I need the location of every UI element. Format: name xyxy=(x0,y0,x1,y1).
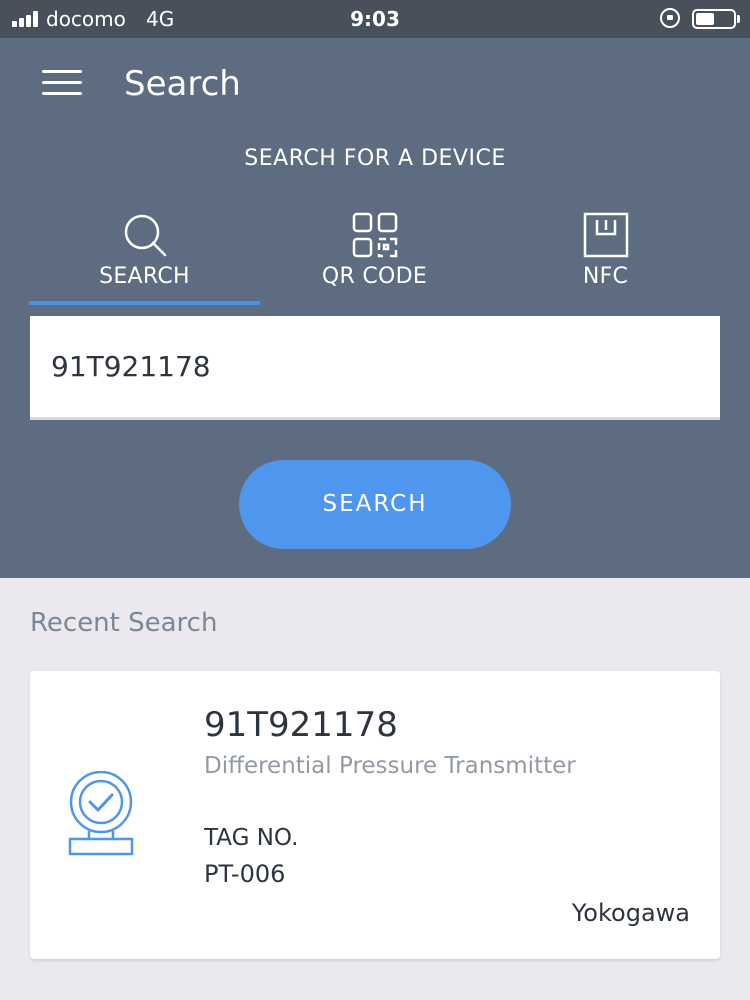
battery-tip xyxy=(737,15,740,23)
rotation-lock-icon xyxy=(660,8,680,28)
status-bar: docomo 4G 9:03 xyxy=(0,0,750,38)
tab-nfc[interactable]: NFC xyxy=(490,206,721,308)
recent-search-heading: Recent Search xyxy=(30,608,218,638)
status-time: 9:03 xyxy=(350,7,400,31)
page-title: Search xyxy=(124,64,241,104)
active-tab-indicator xyxy=(29,301,260,305)
verified-device-icon xyxy=(68,771,134,856)
recent-search-card[interactable]: 91T921178 Differential Pressure Transmit… xyxy=(30,671,720,959)
tab-qr-code-label: QR CODE xyxy=(321,264,428,289)
device-type: Differential Pressure Transmitter xyxy=(204,753,576,779)
search-header-panel: Search SEARCH FOR A DEVICE SEARCH QR COD… xyxy=(0,38,750,578)
device-search-input[interactable] xyxy=(30,316,720,420)
search-button[interactable]: SEARCH xyxy=(239,460,511,549)
tag-number-value: PT-006 xyxy=(204,860,286,888)
nfc-icon xyxy=(583,212,628,258)
hamburger-menu-icon[interactable] xyxy=(42,70,82,96)
qr-code-icon xyxy=(352,212,397,258)
manufacturer-name: Yokogawa xyxy=(571,899,690,927)
battery-level xyxy=(696,13,714,25)
device-id: 91T921178 xyxy=(204,705,398,745)
tab-search[interactable]: SEARCH xyxy=(29,206,260,308)
section-title: SEARCH FOR A DEVICE xyxy=(244,146,506,171)
tab-nfc-label: NFC xyxy=(582,264,629,289)
tag-number-label: TAG NO. xyxy=(204,825,299,851)
battery-icon xyxy=(692,9,736,29)
magnifier-icon xyxy=(124,214,166,257)
tab-qr-code[interactable]: QR CODE xyxy=(259,206,490,308)
tab-search-label: SEARCH xyxy=(99,264,190,289)
